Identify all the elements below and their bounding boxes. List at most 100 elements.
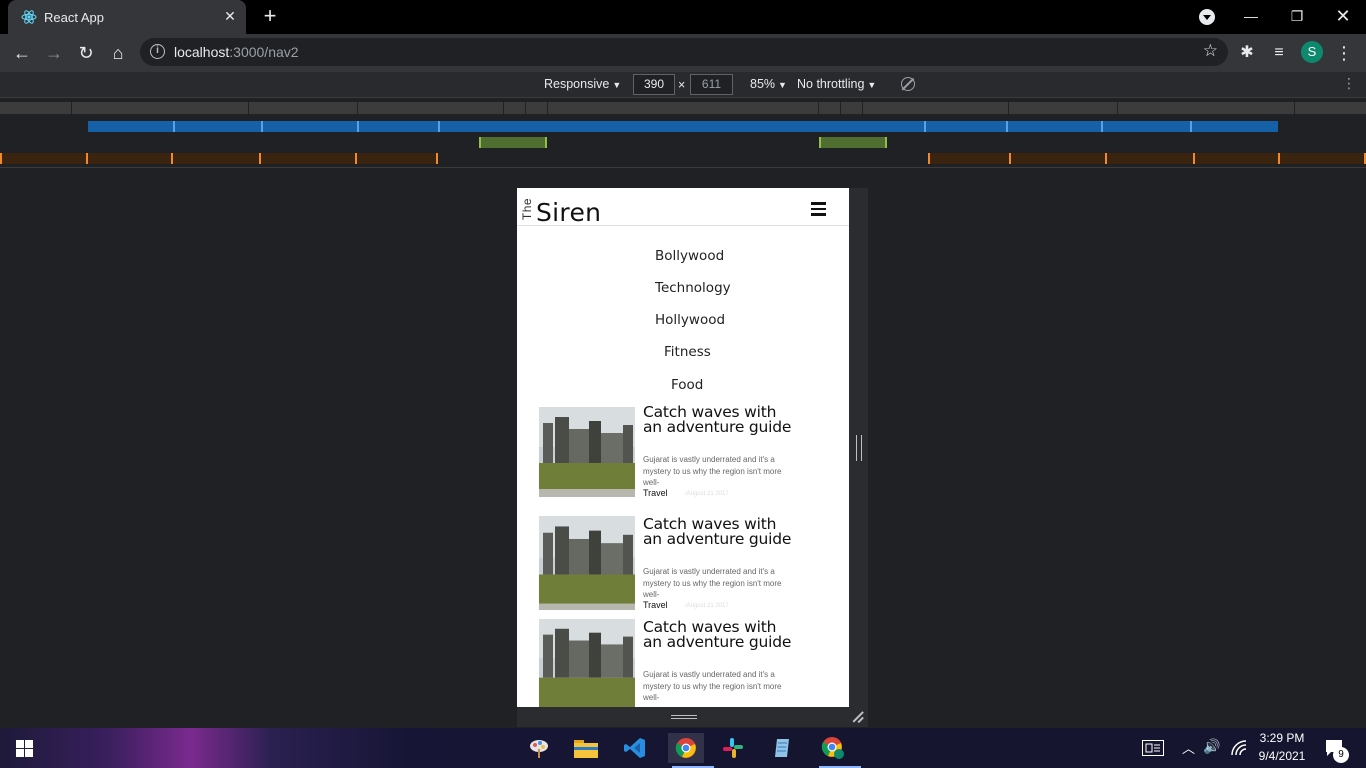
max-width-query-bar[interactable] xyxy=(88,121,1278,132)
news-widget-icon[interactable] xyxy=(1142,740,1164,756)
caret-down-icon: ▼ xyxy=(612,80,622,90)
device-mode-select[interactable]: Responsive ▼ xyxy=(544,77,621,91)
new-tab-button[interactable]: + xyxy=(260,5,280,27)
device-more-icon[interactable]: ⋮ xyxy=(1342,75,1356,92)
vscode-icon[interactable] xyxy=(620,733,650,763)
nav-link-bollywood[interactable]: Bollywood xyxy=(655,248,724,264)
article-card[interactable]: Catch waves with an adventure guide Guja… xyxy=(539,404,829,507)
resize-corner-icon[interactable] xyxy=(852,711,864,723)
react-icon xyxy=(21,10,37,24)
browser-titlebar: React App ✕ + — ❐ ✕ xyxy=(0,0,1366,34)
show-hidden-icons-icon[interactable]: ︿ xyxy=(1182,738,1195,757)
article-category[interactable]: Travel xyxy=(643,600,668,610)
query-tick xyxy=(355,153,357,164)
castle-thumbnail-image xyxy=(539,407,635,497)
bookmark-star-icon[interactable]: ☆ xyxy=(1203,41,1218,61)
min-max-query-bar-right[interactable] xyxy=(819,137,887,148)
slack-glyph xyxy=(723,738,743,758)
zoom-label: 85% xyxy=(750,77,776,91)
query-tick xyxy=(259,153,261,164)
hamburger-line xyxy=(811,202,826,205)
back-icon[interactable]: ← xyxy=(9,40,35,66)
site-header: The Siren xyxy=(517,188,849,227)
rotate-disabled-icon[interactable] xyxy=(901,77,915,91)
hamburger-line xyxy=(811,213,826,216)
volume-icon[interactable]: 🔊 xyxy=(1203,738,1220,755)
ruler-divider xyxy=(357,102,358,114)
resize-grip-icon xyxy=(671,715,697,719)
ruler-divider xyxy=(547,102,548,114)
file-explorer-icon[interactable] xyxy=(571,733,601,763)
folder-glyph xyxy=(574,740,598,758)
chrome-menu-icon[interactable]: ⋮ xyxy=(1331,40,1357,66)
profile-avatar[interactable]: S xyxy=(1301,41,1323,63)
viewport-resize-handle-bottom[interactable] xyxy=(517,707,868,727)
hamburger-menu-icon[interactable] xyxy=(811,202,826,216)
clock-date[interactable]: 9/4/2021 xyxy=(1254,749,1310,763)
article-date: /August 21 2017 xyxy=(685,603,729,609)
paint-icon[interactable] xyxy=(524,733,554,763)
wifi-icon[interactable] xyxy=(1231,740,1247,756)
ruler-divider xyxy=(71,102,72,114)
ruler-divider xyxy=(862,102,863,114)
article-card[interactable]: Catch waves with an adventure guide Guja… xyxy=(539,516,829,612)
article-title[interactable]: Catch waves with an adventure guide xyxy=(643,516,793,547)
throttling-select[interactable]: No throttling ▼ xyxy=(797,77,876,91)
throttling-label: No throttling xyxy=(797,77,865,91)
close-window-button[interactable]: ✕ xyxy=(1320,0,1366,34)
nav-link-hollywood[interactable]: Hollywood xyxy=(655,312,725,328)
slack-icon[interactable] xyxy=(718,733,748,763)
ruler-divider xyxy=(818,102,819,114)
castle-thumbnail-image xyxy=(539,516,635,610)
windows-start-icon[interactable] xyxy=(16,740,33,757)
reload-icon[interactable]: ↻ xyxy=(73,40,99,66)
query-tick xyxy=(1006,121,1008,132)
restore-button[interactable]: ❐ xyxy=(1274,0,1320,34)
paint-app-glyph xyxy=(530,740,548,758)
tab-search-icon[interactable] xyxy=(1199,9,1215,25)
chrome-profile-icon[interactable] xyxy=(815,733,861,768)
article-title[interactable]: Catch waves with an adventure guide xyxy=(643,619,793,650)
clock-time[interactable]: 3:29 PM xyxy=(1254,731,1310,745)
query-tick xyxy=(357,121,359,132)
query-tick xyxy=(436,153,438,164)
media-control-icon[interactable]: ≡ xyxy=(1266,40,1292,66)
forward-icon[interactable]: → xyxy=(41,40,67,66)
notepad-icon[interactable] xyxy=(767,733,797,763)
site-logo[interactable]: Siren xyxy=(536,198,601,227)
notepad-glyph xyxy=(775,739,789,757)
device-size-ruler[interactable] xyxy=(0,102,1366,114)
min-width-query-bar-right[interactable] xyxy=(928,153,1366,164)
site-info-icon[interactable]: i xyxy=(150,44,165,59)
min-max-query-bar-left[interactable] xyxy=(479,137,547,148)
browser-tab[interactable]: React App ✕ xyxy=(8,0,246,34)
address-bar[interactable]: i localhost:3000/nav2 ☆ xyxy=(140,38,1228,66)
home-icon[interactable]: ⌂ xyxy=(105,40,131,66)
query-tick xyxy=(928,153,930,164)
viewport-height-input[interactable]: 611 xyxy=(690,74,733,95)
media-query-bars xyxy=(0,98,1366,168)
chrome-glyph xyxy=(675,738,696,758)
viewport-width-input[interactable]: 390 xyxy=(633,74,675,95)
article-category[interactable]: Travel xyxy=(643,488,668,498)
min-width-query-bar-left[interactable] xyxy=(0,153,438,164)
zoom-select[interactable]: 85% ▼ xyxy=(750,77,787,91)
ruler-divider xyxy=(248,102,249,114)
device-toolbar: Responsive ▼ 390 × 611 85% ▼ No throttling… xyxy=(0,72,1366,98)
article-card[interactable]: Catch waves with an adventure guide Guja… xyxy=(539,619,829,707)
extensions-icon[interactable]: ✱ xyxy=(1234,40,1260,66)
caret-down-icon: ▼ xyxy=(778,80,787,90)
hamburger-line xyxy=(811,207,826,211)
nav-link-food[interactable]: Food xyxy=(671,377,703,393)
nav-link-technology[interactable]: Technology xyxy=(655,280,731,296)
device-mode-label: Responsive xyxy=(544,77,610,91)
chrome-icon[interactable] xyxy=(668,733,714,768)
minimize-button[interactable]: — xyxy=(1228,0,1274,34)
ruler-divider xyxy=(525,102,526,114)
close-tab-icon[interactable]: ✕ xyxy=(222,8,238,24)
nav-link-fitness[interactable]: Fitness xyxy=(664,344,711,360)
caret-down-icon: ▼ xyxy=(867,80,877,90)
article-title[interactable]: Catch waves with an adventure guide xyxy=(643,404,793,435)
query-tick xyxy=(924,121,926,132)
viewport-resize-handle-right[interactable] xyxy=(849,188,868,707)
